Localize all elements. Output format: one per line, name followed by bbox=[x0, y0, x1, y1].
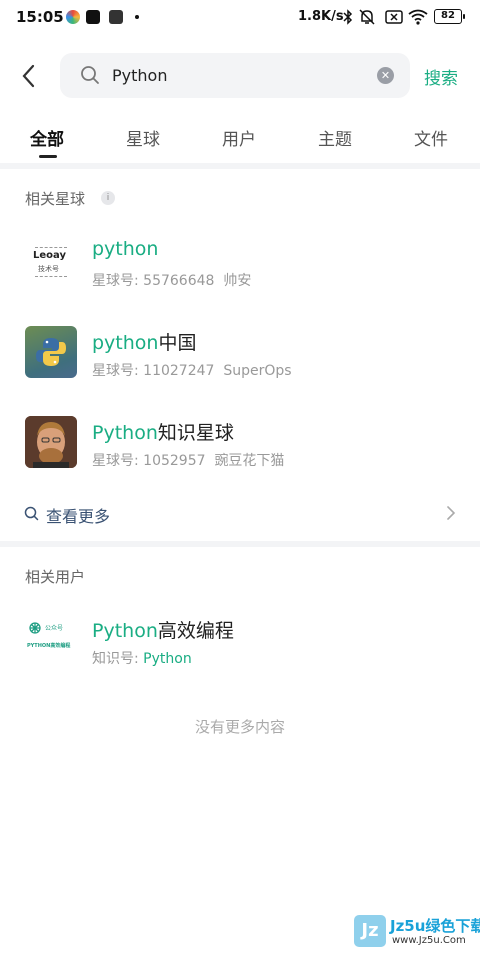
planet-name: Python知识星球 bbox=[92, 422, 234, 444]
user-meta: 知识号: Python bbox=[92, 651, 192, 667]
view-more-button[interactable]: 查看更多 bbox=[0, 497, 480, 531]
view-more-label: 查看更多 bbox=[46, 507, 111, 526]
chevron-right-icon bbox=[446, 505, 456, 525]
section-divider bbox=[0, 541, 480, 547]
network-speed: 1.8K/s bbox=[298, 9, 344, 24]
search-icon bbox=[80, 65, 100, 89]
tiktok-icon bbox=[86, 10, 100, 24]
app-notification-icon bbox=[66, 10, 80, 24]
tab-users[interactable]: 用户 bbox=[222, 125, 256, 150]
section-title-users: 相关用户 bbox=[25, 568, 86, 586]
mute-icon bbox=[358, 9, 376, 30]
search-input[interactable]: Python ✕ bbox=[60, 53, 410, 98]
status-time: 15:05 bbox=[16, 8, 64, 26]
avatar: 公众号 PYTHON高效编程 bbox=[25, 614, 77, 666]
tab-active-indicator bbox=[39, 155, 57, 158]
sim-off-icon bbox=[385, 9, 403, 30]
search-query-text: Python bbox=[112, 66, 168, 85]
search-icon bbox=[24, 506, 39, 525]
planet-item[interactable]: Leoay 技术号 python 星球号: 55766648 帅安 bbox=[0, 222, 480, 302]
status-bar: 15:05 1.8K/s 82 bbox=[0, 0, 480, 34]
planet-meta: 星球号: 11027247 SuperOps bbox=[92, 363, 292, 379]
avatar bbox=[25, 416, 77, 468]
planet-item[interactable]: Python知识星球 星球号: 1052957 豌豆花下猫 bbox=[0, 402, 480, 482]
section-title-planets: 相关星球 bbox=[25, 190, 86, 208]
avatar: Leoay 技术号 bbox=[25, 236, 77, 288]
tab-all[interactable]: 全部 bbox=[30, 125, 64, 150]
planet-name: python中国 bbox=[92, 332, 197, 354]
planet-item[interactable]: python中国 星球号: 11027247 SuperOps bbox=[0, 312, 480, 392]
app-notification-icon-2 bbox=[109, 10, 123, 24]
planet-meta: 星球号: 55766648 帅安 bbox=[92, 273, 252, 289]
user-name: Python高效编程 bbox=[92, 620, 234, 642]
chevron-left-icon bbox=[22, 64, 35, 88]
watermark-icon: Jz bbox=[354, 915, 386, 947]
planet-meta: 星球号: 1052957 豌豆花下猫 bbox=[92, 453, 285, 469]
back-button[interactable] bbox=[18, 62, 42, 90]
watermark-url: www.Jz5u.Com bbox=[392, 935, 466, 946]
python-logo-avatar bbox=[25, 326, 77, 378]
tab-files[interactable]: 文件 bbox=[414, 125, 448, 150]
end-of-list-text: 没有更多内容 bbox=[194, 718, 285, 736]
section-divider bbox=[0, 163, 480, 169]
tab-topics[interactable]: 主题 bbox=[318, 125, 352, 150]
planet-name: python bbox=[92, 238, 159, 260]
user-item[interactable]: 公众号 PYTHON高效编程 Python高效编程 知识号: Python bbox=[0, 600, 480, 680]
clear-icon[interactable]: ✕ bbox=[377, 67, 394, 84]
watermark-title: Jz5u绿色下载 bbox=[390, 917, 480, 935]
bluetooth-icon bbox=[343, 9, 353, 30]
more-notifications-dot bbox=[135, 15, 139, 19]
battery-indicator: 82 bbox=[434, 9, 465, 24]
search-button[interactable]: 搜索 bbox=[424, 64, 458, 89]
info-icon[interactable]: i bbox=[101, 191, 115, 205]
watermark-logo: Jz Jz5u绿色下载 www.Jz5u.Com bbox=[354, 913, 480, 951]
wifi-icon bbox=[408, 9, 428, 30]
tab-planets[interactable]: 星球 bbox=[126, 125, 160, 150]
